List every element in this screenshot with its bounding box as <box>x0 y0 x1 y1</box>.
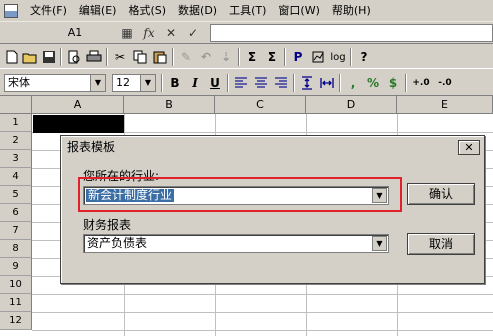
currency-style-button[interactable]: $ <box>384 74 402 92</box>
save-icon[interactable] <box>40 48 58 66</box>
open-folder-icon[interactable] <box>21 48 39 66</box>
formula-input[interactable] <box>210 24 493 42</box>
report-select[interactable]: 资产负债表 ▼ <box>83 234 389 253</box>
sort-icon[interactable]: ⇣ <box>217 48 235 66</box>
font-value: 宋体 <box>8 76 30 89</box>
cancel-entry-button[interactable]: ✕ <box>162 25 180 41</box>
fx-button[interactable]: fx <box>140 25 158 41</box>
report-value: 资产负债表 <box>87 236 148 250</box>
menu-data[interactable]: 数据(D) <box>172 0 223 22</box>
chevron-down-icon[interactable]: ▼ <box>372 236 387 251</box>
align-center-icon[interactable] <box>252 74 270 92</box>
printer-icon[interactable] <box>85 48 103 66</box>
paste-icon[interactable] <box>151 48 169 66</box>
menu-tools[interactable]: 工具(T) <box>223 0 272 22</box>
log-button[interactable]: log <box>329 48 347 66</box>
menu-help[interactable]: 帮助(H) <box>326 0 377 22</box>
app-icon <box>4 3 18 18</box>
menu-window[interactable]: 窗口(W) <box>272 0 325 22</box>
align-right-icon[interactable] <box>272 74 290 92</box>
menu-bar: 文件(F) 编辑(E) 格式(S) 数据(D) 工具(T) 窗口(W) 帮助(H… <box>0 0 493 22</box>
function-wizard-icon[interactable]: ▦ <box>118 25 136 41</box>
sum-function-button[interactable]: Σ <box>263 48 281 66</box>
chevron-down-icon[interactable]: ▼ <box>90 75 105 91</box>
percent-style-button[interactable]: % <box>364 74 382 92</box>
menu-edit[interactable]: 编辑(E) <box>73 0 123 22</box>
print-preview-icon[interactable] <box>65 48 83 66</box>
report-label: 财务报表 <box>83 218 132 232</box>
standard-toolbar: ✂ ✎ ↶ ⇣ Σ Σ P log ? <box>0 45 493 69</box>
increase-decimal-button[interactable]: +.0 <box>410 74 432 92</box>
font-select[interactable]: 宋体 ▼ <box>4 74 106 92</box>
help-button[interactable]: ? <box>355 48 373 66</box>
cell-reference[interactable]: A1 <box>40 25 110 41</box>
formula-bar: A1 ▦ fx ✕ ✓ <box>0 22 493 44</box>
chevron-down-icon[interactable]: ▼ <box>140 75 155 91</box>
menu-format[interactable]: 格式(S) <box>122 0 172 22</box>
underline-button[interactable]: U <box>206 74 224 92</box>
ok-button[interactable]: 确认 <box>407 183 475 205</box>
italic-button[interactable]: I <box>186 74 204 92</box>
close-button[interactable]: ✕ <box>458 140 480 155</box>
undo-icon[interactable]: ↶ <box>197 48 215 66</box>
comma-style-button[interactable]: , <box>344 74 362 92</box>
active-cell-a1[interactable] <box>33 115 124 133</box>
merge-cells-icon[interactable] <box>318 74 336 92</box>
format-painter-icon[interactable]: ✎ <box>177 48 195 66</box>
autosum-button[interactable]: Σ <box>243 48 261 66</box>
format-toolbar: 宋体 ▼ 12 ▼ B I U , % $ +.0 -.0 <box>0 70 493 96</box>
align-left-icon[interactable] <box>232 74 250 92</box>
font-size-value: 12 <box>116 76 130 89</box>
menu-file[interactable]: 文件(F) <box>24 0 73 22</box>
cancel-button[interactable]: 取消 <box>407 233 475 255</box>
new-file-icon[interactable] <box>3 48 21 66</box>
dialog-title: 报表模板 <box>63 138 482 157</box>
decrease-decimal-button[interactable]: -.0 <box>434 74 456 92</box>
confirm-entry-button[interactable]: ✓ <box>184 25 202 41</box>
vertical-align-icon[interactable] <box>298 74 316 92</box>
copy-icon[interactable] <box>131 48 149 66</box>
chart-icon[interactable] <box>309 48 327 66</box>
print-button[interactable]: P <box>289 48 307 66</box>
cut-icon[interactable]: ✂ <box>111 48 129 66</box>
bold-button[interactable]: B <box>166 74 184 92</box>
font-size-select[interactable]: 12 ▼ <box>112 74 156 92</box>
highlight-box <box>78 177 402 212</box>
